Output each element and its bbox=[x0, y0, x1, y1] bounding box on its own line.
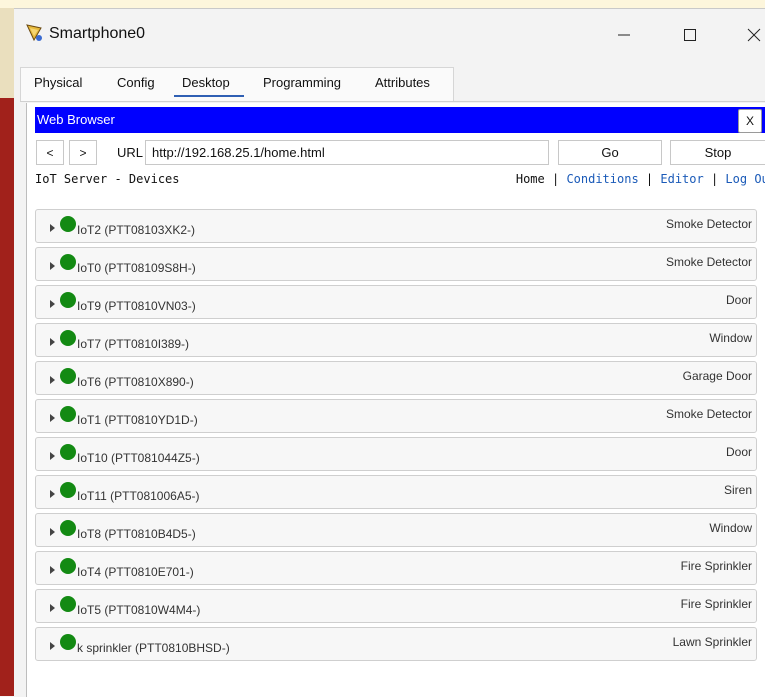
device-row[interactable]: IoT7 (PTT0810I389-) Window bbox=[35, 323, 757, 357]
expand-caret-icon[interactable] bbox=[50, 452, 55, 460]
device-name: k sprinkler (PTT0810BHSD-) bbox=[77, 641, 230, 655]
expand-caret-icon[interactable] bbox=[50, 490, 55, 498]
web-browser-header: Web Browser X bbox=[35, 107, 765, 133]
forward-button[interactable]: > bbox=[69, 140, 97, 165]
close-icon bbox=[747, 28, 761, 42]
tab-programming[interactable]: Programming bbox=[263, 75, 341, 90]
device-list: IoT2 (PTT08103XK2-) Smoke Detector IoT0 (… bbox=[35, 209, 765, 665]
device-type: Door bbox=[725, 445, 752, 459]
page-nav: Home | Conditions | Editor | Log Out bbox=[516, 172, 765, 186]
expand-caret-icon[interactable] bbox=[50, 604, 55, 612]
nav-separator: | bbox=[703, 172, 726, 186]
tab-attributes[interactable]: Attributes bbox=[375, 75, 430, 90]
go-button[interactable]: Go bbox=[558, 140, 662, 165]
url-label: URL bbox=[117, 145, 144, 160]
device-type: Siren bbox=[723, 483, 752, 497]
page-title: IoT Server - Devices bbox=[35, 172, 180, 186]
green-dot-icon bbox=[60, 330, 76, 346]
device-type: Door bbox=[725, 293, 752, 307]
expand-caret-icon[interactable] bbox=[50, 528, 55, 536]
back-button[interactable]: < bbox=[36, 140, 64, 165]
device-name: IoT1 (PTT0810YD1D-) bbox=[77, 413, 198, 427]
tab-config[interactable]: Config bbox=[117, 75, 155, 90]
green-dot-icon bbox=[60, 634, 76, 650]
green-dot-icon bbox=[60, 368, 76, 384]
device-name: IoT0 (PTT08109S8H-) bbox=[77, 261, 196, 275]
device-row[interactable]: IoT9 (PTT0810VN03-) Door bbox=[35, 285, 757, 319]
minimize-button[interactable] bbox=[602, 15, 646, 55]
close-browser-button[interactable]: X bbox=[738, 109, 762, 133]
stop-button[interactable]: Stop bbox=[670, 140, 765, 165]
green-dot-icon bbox=[60, 254, 76, 270]
device-type: Smoke Detector bbox=[665, 407, 752, 421]
green-dot-icon bbox=[60, 558, 76, 574]
expand-caret-icon[interactable] bbox=[50, 224, 55, 232]
minimize-icon bbox=[618, 34, 630, 36]
device-type: Fire Sprinkler bbox=[680, 597, 752, 611]
device-name: IoT4 (PTT0810E701-) bbox=[77, 565, 194, 579]
device-name: IoT6 (PTT0810X890-) bbox=[77, 375, 194, 389]
device-name: IoT7 (PTT0810I389-) bbox=[77, 337, 190, 351]
device-row[interactable]: IoT0 (PTT08109S8H-) Smoke Detector bbox=[35, 247, 757, 281]
expand-caret-icon[interactable] bbox=[50, 262, 55, 270]
green-dot-icon bbox=[60, 482, 76, 498]
device-row[interactable]: IoT1 (PTT0810YD1D-) Smoke Detector bbox=[35, 399, 757, 433]
device-name: IoT9 (PTT0810VN03-) bbox=[77, 299, 196, 313]
desktop-background-top bbox=[0, 0, 765, 8]
device-type: Smoke Detector bbox=[665, 217, 752, 231]
desktop-background-left-top bbox=[0, 8, 14, 98]
desktop-background-left bbox=[0, 8, 14, 696]
device-type: Window bbox=[709, 521, 752, 535]
title-bar: Smartphone0 bbox=[14, 9, 765, 59]
expand-caret-icon[interactable] bbox=[50, 338, 55, 346]
tab-desktop[interactable]: Desktop bbox=[182, 75, 230, 90]
close-window-button[interactable] bbox=[732, 15, 765, 55]
device-row[interactable]: IoT11 (PTT081006A5-) Siren bbox=[35, 475, 757, 509]
maximize-icon bbox=[684, 29, 696, 41]
url-input[interactable] bbox=[145, 140, 549, 165]
device-row[interactable]: IoT10 (PTT081044Z5-) Door bbox=[35, 437, 757, 471]
device-row[interactable]: k sprinkler (PTT0810BHSD-) Lawn Sprinkler bbox=[35, 627, 757, 661]
packet-tracer-device-icon bbox=[24, 22, 46, 44]
device-row[interactable]: IoT4 (PTT0810E701-) Fire Sprinkler bbox=[35, 551, 757, 585]
device-row[interactable]: IoT2 (PTT08103XK2-) Smoke Detector bbox=[35, 209, 757, 243]
device-type: Lawn Sprinkler bbox=[672, 635, 752, 649]
nav-separator: | bbox=[638, 172, 661, 186]
nav-logout-link[interactable]: Log Out bbox=[725, 172, 765, 186]
web-browser-title: Web Browser bbox=[37, 112, 115, 127]
nav-conditions-link[interactable]: Conditions bbox=[566, 172, 638, 186]
device-type: Fire Sprinkler bbox=[680, 559, 752, 573]
active-tab-indicator bbox=[174, 95, 244, 97]
maximize-button[interactable] bbox=[668, 15, 712, 55]
device-name: IoT10 (PTT081044Z5-) bbox=[77, 451, 200, 465]
expand-caret-icon[interactable] bbox=[50, 414, 55, 422]
nav-separator: | bbox=[544, 172, 567, 186]
desktop-content: Web Browser X < > URL Go Stop IoT Server… bbox=[26, 103, 765, 697]
green-dot-icon bbox=[60, 406, 76, 422]
green-dot-icon bbox=[60, 216, 76, 232]
device-name: IoT11 (PTT081006A5-) bbox=[77, 489, 200, 503]
device-type: Smoke Detector bbox=[665, 255, 752, 269]
tab-physical[interactable]: Physical bbox=[34, 75, 82, 90]
expand-caret-icon[interactable] bbox=[50, 642, 55, 650]
device-name: IoT5 (PTT0810W4M4-) bbox=[77, 603, 201, 617]
green-dot-icon bbox=[60, 292, 76, 308]
green-dot-icon bbox=[60, 444, 76, 460]
smartphone-window: Smartphone0 Physical Config Desktop Prog… bbox=[14, 8, 765, 697]
device-row[interactable]: IoT6 (PTT0810X890-) Garage Door bbox=[35, 361, 757, 395]
device-row[interactable]: IoT8 (PTT0810B4D5-) Window bbox=[35, 513, 757, 547]
nav-editor-link[interactable]: Editor bbox=[660, 172, 703, 186]
device-row[interactable]: IoT5 (PTT0810W4M4-) Fire Sprinkler bbox=[35, 589, 757, 623]
expand-caret-icon[interactable] bbox=[50, 300, 55, 308]
green-dot-icon bbox=[60, 520, 76, 536]
green-dot-icon bbox=[60, 596, 76, 612]
expand-caret-icon[interactable] bbox=[50, 376, 55, 384]
device-type: Window bbox=[709, 331, 752, 345]
expand-caret-icon[interactable] bbox=[50, 566, 55, 574]
window-title: Smartphone0 bbox=[49, 25, 146, 42]
nav-home-link[interactable]: Home bbox=[516, 172, 545, 186]
device-name: IoT8 (PTT0810B4D5-) bbox=[77, 527, 196, 541]
device-name: IoT2 (PTT08103XK2-) bbox=[77, 223, 196, 237]
device-type: Garage Door bbox=[682, 369, 752, 383]
